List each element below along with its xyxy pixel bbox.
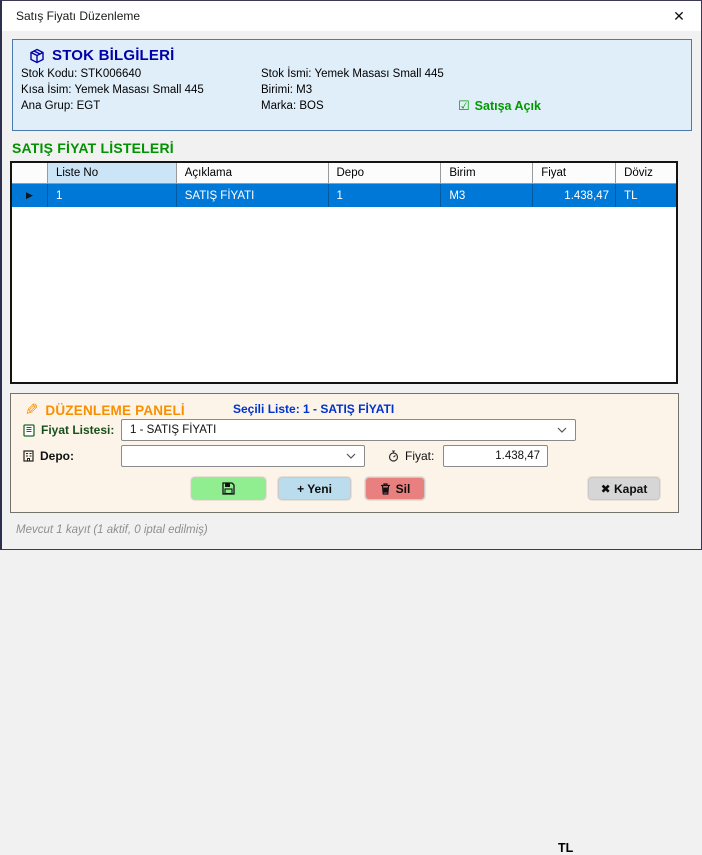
new-button[interactable]: + Yeni — [278, 477, 351, 500]
brand: Marka: BOS — [261, 100, 324, 112]
price-lists-section-title: SATIŞ FİYAT LİSTELERİ — [12, 140, 174, 156]
price-label: Fiyat: — [405, 449, 434, 463]
selected-list-label: Seçili Liste: 1 - SATIŞ FİYATI — [233, 402, 394, 416]
row-selector-cell: ▶ — [12, 184, 48, 207]
short-name: Kısa İsim: Yemek Masası Small 445 — [21, 84, 204, 96]
stock-info-panel: STOK BİLGİLERİ Stok Kodu: STK006640 Kısa… — [12, 39, 692, 131]
chevron-down-icon — [346, 453, 356, 459]
price-input[interactable]: 1.438,47 — [443, 445, 548, 467]
depot-label: Depo: — [40, 449, 74, 463]
depot-select[interactable] — [121, 445, 365, 467]
trash-icon — [380, 483, 391, 495]
delete-button-label: Sil — [396, 482, 411, 496]
stock-panel-header: STOK BİLGİLERİ — [29, 47, 175, 64]
edit-panel: ✎ DÜZENLEME PANELİ Seçili Liste: 1 - SAT… — [10, 393, 679, 513]
grid-header-depo[interactable]: Depo — [329, 163, 442, 184]
cell-fiyat[interactable]: 1.438,47 — [533, 184, 616, 207]
book-icon — [23, 424, 35, 437]
cell-birim[interactable]: M3 — [441, 184, 533, 207]
edit-panel-header: ✎ DÜZENLEME PANELİ — [25, 400, 185, 420]
pencil-icon: ✎ — [25, 400, 38, 420]
close-icon[interactable]: ✕ — [667, 5, 691, 27]
depot-label-group: Depo: — [23, 449, 74, 463]
grid-header-liste-no[interactable]: Liste No — [48, 163, 177, 184]
cell-aciklama[interactable]: SATIŞ FİYATI — [177, 184, 329, 207]
price-list-selected-value: 1 - SATIŞ FİYATI — [130, 424, 216, 436]
window-title: Satış Fiyatı Düzenleme — [16, 9, 140, 23]
price-list-grid: Liste No Açıklama Depo Birim Fiyat Döviz… — [10, 161, 678, 384]
checkbox-checked-icon: ☑ — [458, 98, 470, 114]
status-text: Mevcut 1 kayıt (1 aktif, 0 iptal edilmiş… — [16, 524, 208, 536]
stopwatch-icon — [388, 450, 399, 462]
grid-header-fiyat[interactable]: Fiyat — [533, 163, 616, 184]
grid-header-row: Liste No Açıklama Depo Birim Fiyat Döviz — [12, 163, 676, 184]
price-list-label-group: Fiyat Listesi: — [23, 423, 114, 437]
sale-open-badge: ☑ Satışa Açık — [458, 98, 541, 114]
cell-liste-no[interactable]: 1 — [48, 184, 177, 207]
grid-header-selector — [12, 163, 48, 184]
package-icon — [29, 48, 45, 64]
price-value: 1.438,47 — [495, 450, 540, 462]
edit-panel-title: DÜZENLEME PANELİ — [45, 403, 184, 418]
currency-label: TL — [558, 841, 573, 855]
table-row[interactable]: ▶ 1 SATIŞ FİYATI 1 M3 1.438,47 TL — [12, 184, 676, 207]
cell-depo[interactable]: 1 — [329, 184, 442, 207]
main-group: Ana Grup: EGT — [21, 100, 100, 112]
floppy-disk-icon — [222, 482, 235, 495]
stock-name: Stok İsmi: Yemek Masası Small 445 — [261, 68, 444, 80]
close-dialog-button[interactable]: ✖ Kapat — [588, 477, 660, 500]
cell-doviz[interactable]: TL — [616, 184, 676, 207]
unit: Birimi: M3 — [261, 84, 312, 96]
grid-header-birim[interactable]: Birim — [441, 163, 533, 184]
save-button[interactable] — [191, 477, 266, 500]
price-list-label: Fiyat Listesi: — [41, 423, 114, 437]
row-selector-arrow-icon: ▶ — [26, 190, 33, 201]
grid-header-doviz[interactable]: Döviz — [616, 163, 676, 184]
grid-header-aciklama[interactable]: Açıklama — [177, 163, 329, 184]
stock-code: Stok Kodu: STK006640 — [21, 68, 141, 80]
title-bar: Satış Fiyatı Düzenleme ✕ — [2, 1, 701, 31]
delete-button[interactable]: Sil — [365, 477, 425, 500]
sale-price-dialog: { "window": { "title": "Satış Fiyatı Düz… — [0, 0, 702, 550]
building-icon — [23, 450, 34, 462]
price-list-select[interactable]: 1 - SATIŞ FİYATI — [121, 419, 576, 441]
price-label-group: Fiyat: — [388, 449, 434, 463]
sale-open-label: Satışa Açık — [475, 99, 541, 113]
stock-panel-title: STOK BİLGİLERİ — [52, 47, 175, 64]
chevron-down-icon — [557, 427, 567, 433]
